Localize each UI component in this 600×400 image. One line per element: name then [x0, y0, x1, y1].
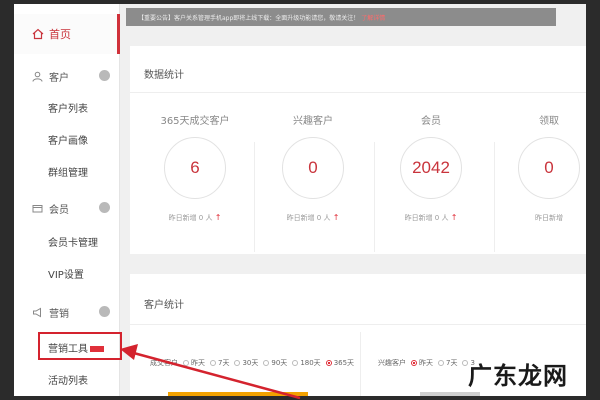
radio-180d[interactable] — [292, 360, 299, 366]
stat-deal-customers: 365天成交客户 6 昨日新增 0 人 ↑ — [160, 116, 230, 222]
gear-icon[interactable] — [99, 70, 110, 81]
app-frame: 首页 客户 客户列表 客户画像 群组管理 会员 会员卡管理 VIP设置 营销 营… — [14, 4, 586, 396]
radio-365d[interactable] — [325, 360, 332, 366]
chart-bar — [168, 392, 308, 396]
stat-members: 会员 2042 昨日新增 0 人 ↑ — [372, 104, 490, 244]
notice-bar[interactable]: 【重要公告】客户关系管理手机app即将上线下载：全面升级功能请您，敬请关注！ 了… — [126, 8, 556, 26]
sidebar-group-marketing[interactable]: 营销 — [14, 302, 120, 322]
radio-30d[interactable] — [234, 360, 241, 366]
card-title: 客户统计 — [144, 300, 184, 311]
stat-circle: 0 — [518, 137, 580, 199]
stat-circle: 0 — [282, 137, 344, 199]
sidebar-group-member[interactable]: 会员 — [14, 198, 120, 218]
radio-7d[interactable] — [438, 360, 444, 366]
home-icon — [32, 28, 44, 40]
up-arrow-icon: ↑ — [332, 213, 340, 222]
chart-bar — [420, 392, 480, 396]
sidebar-item-vip-settings[interactable]: VIP设置 — [48, 266, 84, 281]
card-title: 数据统计 — [144, 70, 184, 81]
sidebar-item-customer-list[interactable]: 客户列表 — [48, 100, 88, 115]
range-selector-left: 成交客户 昨天 7天 30天 90天 180天 365天 — [150, 359, 355, 367]
watermark-logo: 广东龙网 — [468, 362, 568, 390]
user-icon — [32, 71, 43, 82]
radio-yesterday[interactable] — [183, 360, 189, 366]
up-arrow-icon: ↑ — [214, 213, 222, 222]
data-stats-card: 数据统计 365天成交客户 6 昨日新增 0 人 ↑ 兴趣客户 0 昨日新增 0… — [130, 46, 586, 254]
stat-circle: 2042 — [400, 137, 462, 199]
sidebar-item-member-card[interactable]: 会员卡管理 — [48, 234, 98, 249]
sidebar-item-home[interactable]: 首页 — [14, 14, 120, 54]
stat-interest-customers: 兴趣客户 0 昨日新增 0 人 ↑ — [254, 104, 372, 244]
gear-icon[interactable] — [99, 306, 110, 317]
sidebar-item-group-manage[interactable]: 群组管理 — [48, 164, 88, 179]
megaphone-icon — [32, 307, 43, 318]
sidebar-item-activity-list[interactable]: 活动列表 — [48, 372, 88, 387]
stat-claimed: 领取 0 昨日新增 — [490, 104, 586, 244]
sidebar-group-customer[interactable]: 客户 — [14, 66, 120, 86]
radio-yesterday[interactable] — [411, 360, 417, 366]
gear-icon[interactable] — [99, 202, 110, 213]
radio-7d[interactable] — [210, 360, 216, 366]
sidebar-item-label: 首页 — [49, 28, 71, 41]
range-selector-right: 兴趣客户 昨天 7天 3 — [378, 359, 475, 367]
card-icon — [32, 203, 43, 214]
up-arrow-icon: ↑ — [450, 213, 458, 222]
notice-link[interactable]: 了解详情 — [361, 13, 385, 22]
highlight-box — [38, 332, 122, 360]
radio-90d[interactable] — [263, 360, 270, 366]
sidebar-item-customer-portrait[interactable]: 客户画像 — [48, 132, 88, 147]
main-content: 【重要公告】客户关系管理手机app即将上线下载：全面升级功能请您，敬请关注！ 了… — [120, 4, 586, 396]
stat-circle: 6 — [164, 137, 226, 199]
